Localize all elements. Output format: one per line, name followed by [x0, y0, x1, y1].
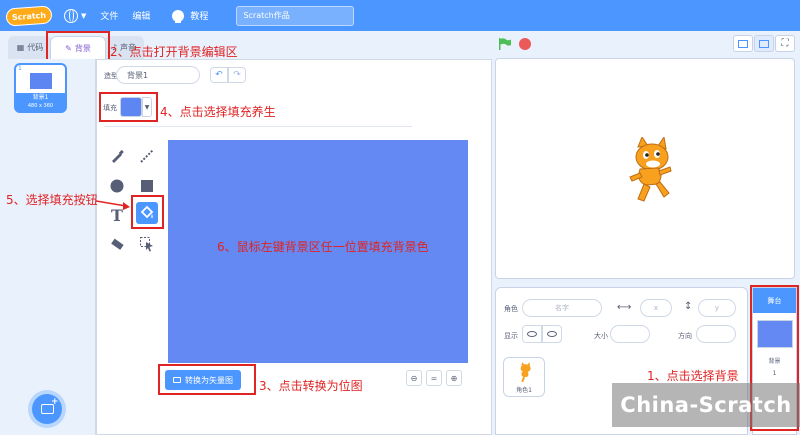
project-title-input[interactable]: Scratch作品 — [236, 5, 355, 26]
sprite-tile[interactable]: 角色1 — [503, 357, 545, 397]
x-input[interactable]: x — [640, 299, 672, 317]
sprite-label: 角色 — [504, 305, 518, 313]
circle-icon — [110, 179, 124, 193]
sprite-name-input[interactable]: 名字 — [522, 299, 602, 317]
paint-bucket-icon — [140, 205, 154, 219]
x-arrow-icon: ⟷ — [617, 302, 632, 313]
fill-color-swatch[interactable] — [120, 97, 142, 117]
zoom-out-button[interactable]: ⊖ — [406, 370, 422, 386]
equals-icon: = — [430, 373, 438, 383]
size-input[interactable] — [610, 325, 650, 343]
tab-code[interactable]: ▦ 代码 — [8, 36, 52, 59]
watermark: China-Scratch — [612, 383, 800, 427]
stop-button[interactable] — [519, 38, 531, 50]
annotation-1: 1、点击选择背景 — [647, 369, 739, 383]
show-label: 显示 — [504, 332, 518, 340]
globe-icon[interactable] — [64, 8, 78, 23]
annotation-3: 3、点击转换为位图 — [259, 379, 363, 393]
tab-backdrops[interactable]: ✎ 背景 — [50, 36, 106, 59]
cat-sprite[interactable] — [624, 137, 676, 207]
rectangle-tool[interactable] — [136, 175, 158, 197]
annotation-5: 5、选择填充按钮 — [6, 193, 98, 207]
eraser-icon — [111, 238, 124, 250]
menu-bar: Scratch ▼ 文件 编辑 教程 Scratch作品 — [0, 0, 800, 31]
backdrop-name-input[interactable]: 背景1 — [116, 66, 200, 84]
circle-tool[interactable] — [106, 175, 128, 197]
image-add-icon — [40, 397, 59, 414]
convert-label: 转换为矢量图 — [185, 375, 233, 385]
fill-tool[interactable] — [136, 202, 158, 224]
code-icon: ▦ — [16, 43, 25, 52]
stage-canvas[interactable] — [495, 58, 795, 279]
backdrop-list: 1 背景1 480 x 360 — [0, 59, 96, 435]
tutorials-icon[interactable] — [172, 9, 185, 23]
annotation-6: 6、鼠标左键背景区任一位置填充背景色 — [217, 240, 429, 254]
convert-to-vector-button[interactable]: 转换为矢量图 — [165, 370, 241, 390]
fullscreen-button[interactable]: ⛶ — [775, 35, 795, 52]
menu-edit[interactable]: 编辑 — [132, 9, 150, 22]
zoom-in-button[interactable]: ⊕ — [446, 370, 462, 386]
redo-icon: ↷ — [233, 70, 241, 80]
small-stage-button[interactable] — [733, 35, 753, 52]
hide-button[interactable] — [542, 325, 562, 343]
redo-button[interactable]: ↷ — [228, 67, 246, 83]
brush-icon — [112, 149, 124, 163]
add-backdrop-button[interactable] — [32, 394, 62, 424]
menu-file[interactable]: 文件 — [100, 9, 118, 22]
show-button[interactable] — [522, 325, 542, 343]
eraser-tool[interactable] — [106, 233, 128, 255]
eye-icon — [527, 331, 537, 337]
small-stage-icon — [738, 39, 748, 48]
direction-input[interactable] — [696, 325, 736, 343]
scratch-logo[interactable]: Scratch — [5, 4, 53, 27]
backdrop-tile[interactable]: 1 背景1 480 x 360 — [14, 63, 67, 113]
backdrop-tile-size: 480 x 360 — [16, 101, 65, 111]
brush-icon: ✎ — [65, 43, 72, 53]
rectangle-icon — [141, 180, 153, 192]
stage-backdrops-label: 背景 — [768, 358, 781, 365]
direction-label: 方向 — [678, 332, 692, 340]
eye-slash-icon — [547, 331, 557, 337]
y-input[interactable]: y — [698, 299, 736, 317]
zoom-reset-button[interactable]: = — [426, 370, 442, 386]
line-icon — [140, 149, 154, 163]
chevron-down-icon[interactable]: ▼ — [142, 97, 152, 117]
chevron-down-icon[interactable]: ▼ — [81, 12, 86, 20]
toolbar-divider — [104, 126, 412, 127]
stage-backdrop-thumbnail — [757, 320, 793, 348]
fill-label: 填充 — [103, 104, 117, 112]
sprite-tile-name: 角色1 — [516, 387, 532, 394]
select-icon — [140, 237, 153, 252]
large-stage-button[interactable] — [754, 35, 774, 52]
tab-code-label: 代码 — [27, 43, 44, 52]
tab-backdrops-label: 背景 — [74, 43, 91, 53]
select-tool[interactable] — [136, 233, 158, 255]
image-icon — [173, 377, 181, 383]
backdrop-thumbnail — [30, 73, 52, 89]
large-stage-icon — [759, 39, 769, 48]
undo-icon: ↶ — [215, 70, 223, 80]
menu-tutorials[interactable]: 教程 — [190, 9, 208, 22]
backdrop-number: 1 — [18, 65, 22, 72]
zoom-in-icon: ⊕ — [450, 373, 458, 383]
line-tool[interactable] — [136, 145, 158, 167]
stage-backdrops-count: 1 — [772, 370, 777, 377]
size-label: 大小 — [594, 332, 608, 340]
annotation-2: 2、点击打开背景编辑区 — [110, 45, 238, 59]
arrow-icon — [96, 200, 130, 210]
stage-header: 舞台 — [753, 288, 796, 313]
annotation-4: 4、点击选择填充养生 — [160, 105, 276, 119]
brush-tool[interactable] — [106, 145, 128, 167]
green-flag-icon[interactable] — [498, 38, 512, 50]
y-arrow-icon: ↕ — [684, 301, 693, 312]
cat-thumbnail — [520, 362, 531, 383]
zoom-out-icon: ⊖ — [410, 373, 418, 383]
undo-button[interactable]: ↶ — [210, 67, 228, 83]
fullscreen-icon: ⛶ — [781, 38, 789, 49]
